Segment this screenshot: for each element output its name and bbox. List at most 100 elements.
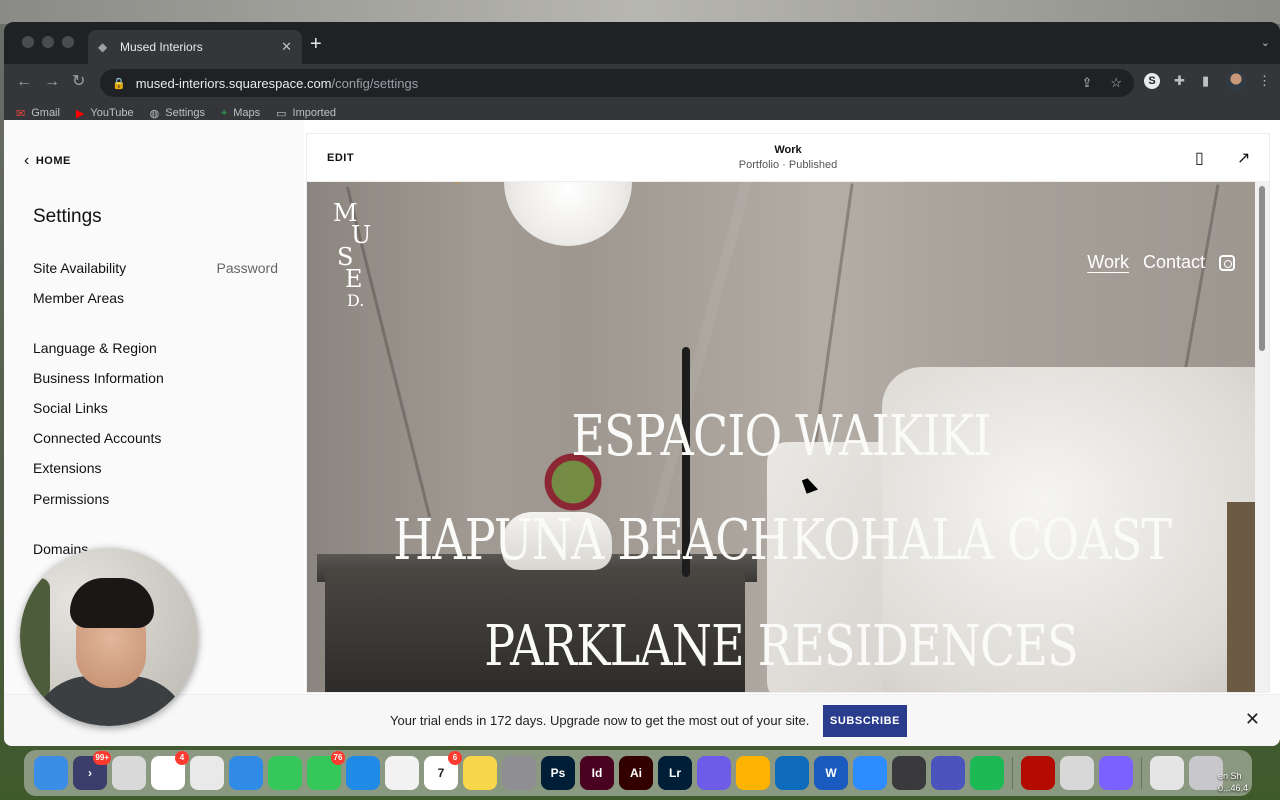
home-link[interactable]: ‹ HOME	[24, 152, 71, 170]
minimize-window-button[interactable]	[42, 36, 54, 48]
preview-icon[interactable]	[1060, 756, 1094, 790]
gmail-icon: ✉	[16, 107, 26, 120]
desktop-file-label[interactable]: en Sh 0...46.4	[1218, 770, 1280, 794]
notification-badge: 99+	[93, 751, 111, 765]
nav-contact-link[interactable]: Contact	[1143, 252, 1205, 273]
bookmark-imported[interactable]: ▭ Imported	[276, 107, 336, 120]
hero-image: M U S E D. Work Contact ESPACIO WAIKIKI …	[307, 182, 1255, 692]
subscribe-button[interactable]: SUBSCRIBE	[823, 705, 907, 737]
chrome-icon[interactable]	[190, 756, 224, 790]
bookmark-gmail[interactable]: ✉ Gmail	[16, 107, 60, 120]
page-title: Work	[774, 144, 802, 156]
sidebar-item-member-areas[interactable]: Member Areas	[33, 290, 124, 306]
address-bar[interactable]: 🔒 mused-interiors.squarespace.com/config…	[100, 69, 1134, 97]
close-window-button[interactable]	[22, 36, 34, 48]
sidebar-item-connected-accounts[interactable]: Connected Accounts	[33, 430, 161, 446]
lamp-arm	[454, 182, 511, 185]
slack-icon[interactable]: 4	[151, 751, 189, 790]
facetime-icon[interactable]	[268, 756, 302, 790]
folder-icon: ▭	[276, 107, 287, 120]
tab-title: Mused Interiors	[120, 40, 203, 54]
quicktime-icon[interactable]	[892, 756, 926, 790]
illustrator-icon[interactable]: Ai	[619, 756, 653, 790]
notification-badge: 76	[331, 751, 345, 765]
finder-icon[interactable]	[34, 756, 68, 790]
extension-s-icon[interactable]: S	[1144, 73, 1160, 89]
bookmark-maps[interactable]: ⌖ Maps	[221, 107, 260, 120]
mobile-preview-icon[interactable]: ▯	[1195, 148, 1204, 168]
zoom-icon[interactable]	[853, 756, 887, 790]
sidebar-item-social-links[interactable]: Social Links	[33, 400, 108, 416]
nav-work-link[interactable]: Work	[1087, 252, 1129, 273]
site-navigation: Work Contact	[1087, 252, 1235, 273]
sidebar-item-permissions[interactable]: Permissions	[33, 491, 109, 507]
affinity-icon[interactable]	[697, 756, 731, 790]
outlook-icon[interactable]	[775, 756, 809, 790]
globe-icon: ◍	[149, 107, 160, 120]
menu-bar	[0, 0, 1280, 24]
squarespace-favicon-icon: ◆	[98, 40, 108, 54]
sidebar-item-site-availability[interactable]: Site Availability	[33, 260, 126, 276]
browser-tab[interactable]: ◆ Mused Interiors ✕	[88, 30, 302, 64]
teams-icon[interactable]	[931, 756, 965, 790]
webcam-overlay	[20, 548, 198, 726]
tab-close-icon[interactable]: ✕	[281, 39, 292, 55]
acrobat-icon[interactable]	[1021, 756, 1055, 790]
lock-icon: 🔒	[112, 77, 126, 90]
safari-icon[interactable]	[229, 756, 263, 790]
spotify-icon[interactable]	[970, 756, 1004, 790]
forward-arrow-icon[interactable]: →	[44, 73, 60, 91]
bookmark-star-icon[interactable]: ☆	[1110, 75, 1122, 91]
calendar-icon[interactable]: 76	[424, 751, 462, 790]
indesign-icon[interactable]: Id	[580, 756, 614, 790]
sketch-icon[interactable]	[736, 756, 770, 790]
project-link[interactable]: PARKLANE RESIDENCES	[392, 614, 1169, 679]
dock-separator	[1141, 757, 1142, 789]
lightroom-icon[interactable]: Lr	[658, 756, 692, 790]
project-link[interactable]: KOHALA COAST	[592, 508, 1255, 573]
back-arrow-icon[interactable]: ←	[16, 73, 32, 91]
close-icon[interactable]: ✕	[1245, 709, 1260, 730]
word-icon[interactable]: W	[814, 756, 848, 790]
lamp-globe	[504, 182, 632, 246]
sidebar-item-language-region[interactable]: Language & Region	[33, 340, 157, 356]
url-path: /config/settings	[331, 75, 419, 91]
launchpad-icon[interactable]	[112, 756, 146, 790]
sidebar-item-business-information[interactable]: Business Information	[33, 370, 164, 386]
trial-banner: Your trial ends in 172 days. Upgrade now…	[4, 694, 1280, 746]
zoom-window-button[interactable]	[62, 36, 74, 48]
new-tab-button[interactable]: +	[310, 34, 322, 54]
webcam-background-plant	[20, 578, 50, 698]
notes-icon[interactable]	[463, 756, 497, 790]
open-external-arrow-icon[interactable]: ↗	[1237, 148, 1250, 168]
system-settings-icon[interactable]	[502, 756, 536, 790]
bookmark-settings[interactable]: ◍ Settings	[150, 107, 205, 120]
keynote-icon[interactable]	[346, 756, 380, 790]
photoshop-icon[interactable]: Ps	[541, 756, 575, 790]
project-link[interactable]: ESPACIO WAIKIKI	[392, 404, 1169, 469]
share-icon[interactable]: ⇪	[1081, 75, 1092, 91]
reload-icon[interactable]: ↻	[72, 73, 85, 91]
instagram-icon[interactable]	[1219, 254, 1235, 271]
page-status: Portfolio · Published	[738, 159, 838, 171]
tab-search-chevron-icon[interactable]: ⌄	[1261, 36, 1270, 49]
tab-bar: ◆ Mused Interiors ✕ + ⌄	[4, 22, 1280, 64]
document-icon[interactable]	[1150, 756, 1184, 790]
browser-menu-icon[interactable]: ⋮	[1258, 73, 1271, 89]
messages-icon[interactable]: 76	[307, 751, 345, 790]
browser-toolbar: ← → ↻ 🔒 mused-interiors.squarespace.com /…	[4, 64, 1280, 102]
scrollbar-thumb[interactable]	[1259, 186, 1265, 351]
extensions-puzzle-icon[interactable]: ✚	[1174, 73, 1185, 89]
photos-icon[interactable]	[385, 756, 419, 790]
site-preview: EDIT Work Portfolio · Published ▯ ↗ M U …	[307, 134, 1269, 692]
profile-avatar[interactable]	[1226, 71, 1246, 91]
shortcut-icon[interactable]: › 99+	[73, 751, 111, 790]
site-availability-status: Password	[216, 260, 278, 276]
side-panel-icon[interactable]: ▮	[1202, 73, 1209, 89]
affinity-photo-icon[interactable]	[1099, 756, 1133, 790]
bookmark-youtube[interactable]: ▶ YouTube	[76, 107, 134, 120]
sidebar-item-extensions[interactable]: Extensions	[33, 460, 101, 476]
preview-scrollbar[interactable]	[1255, 182, 1269, 692]
macos-dock: › 99+ 4 76 7 6 Ps Id Ai Lr W	[24, 750, 1252, 796]
site-logo[interactable]: M U S E D.	[333, 201, 383, 312]
